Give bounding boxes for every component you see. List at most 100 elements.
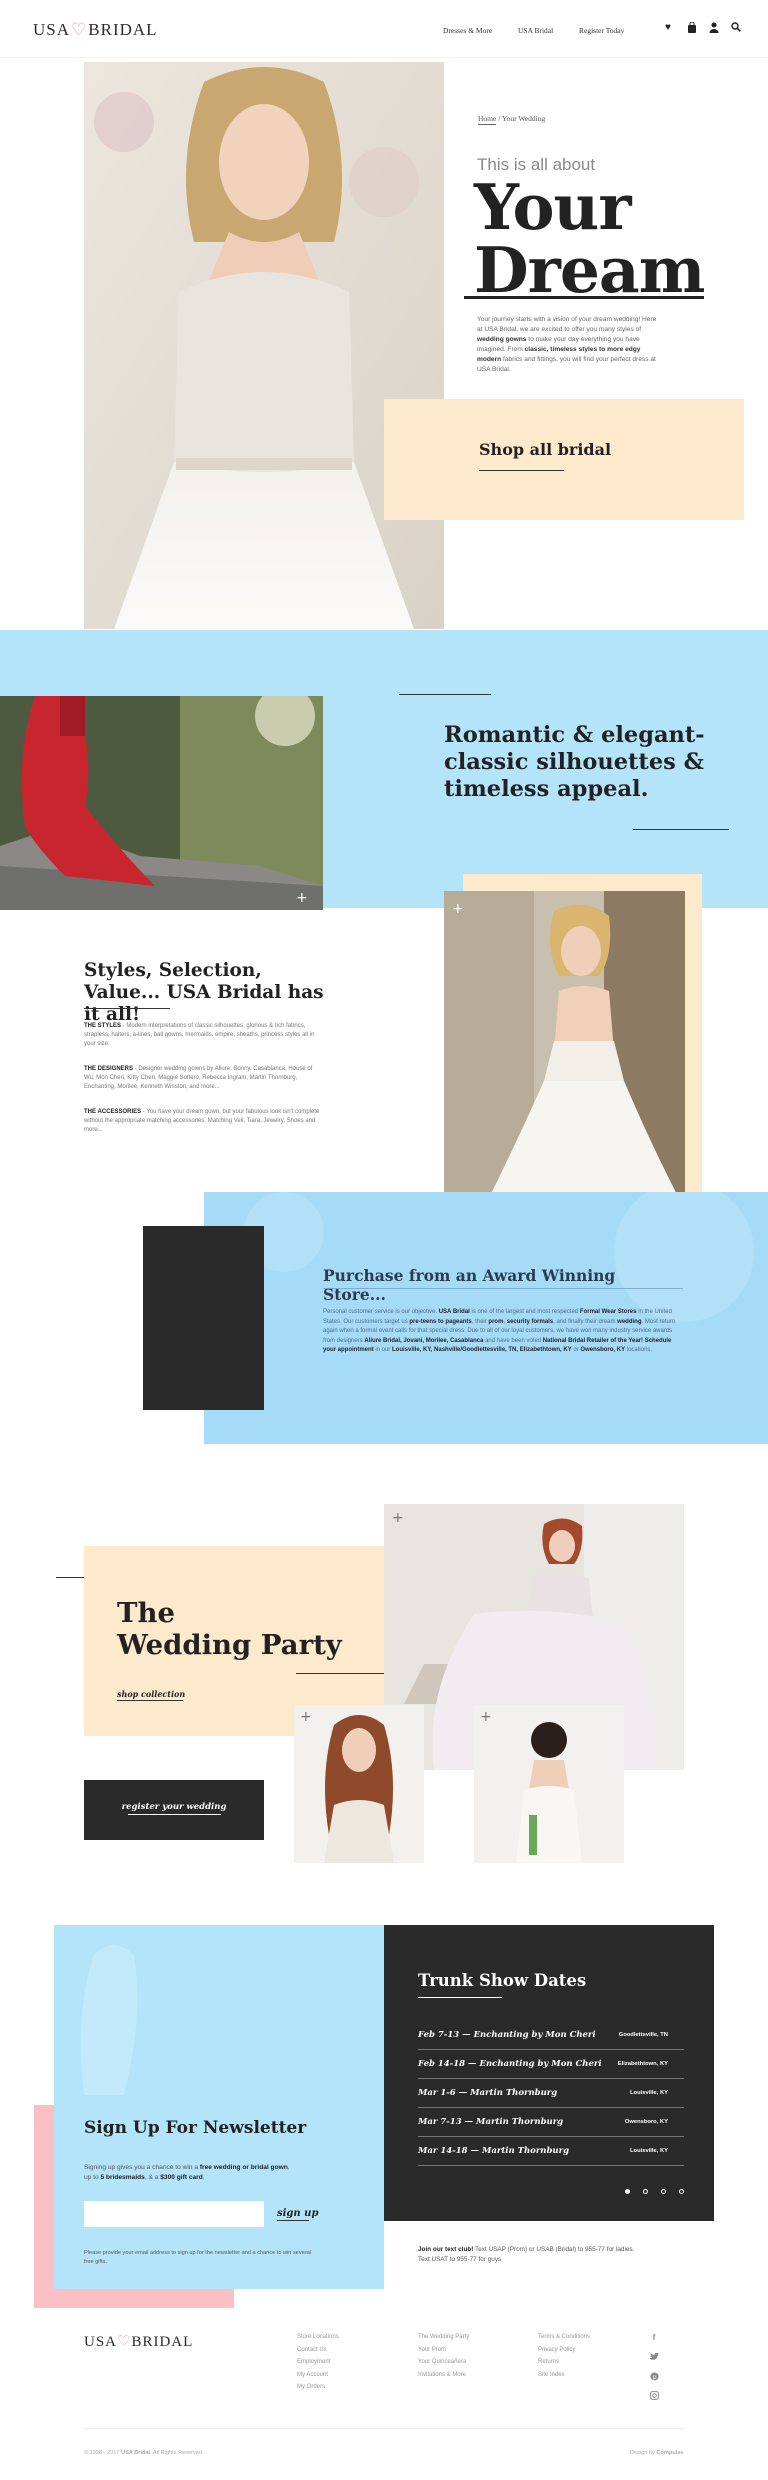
footer-col-3: Terms & Conditions Privacy Policy Return… — [538, 2331, 590, 2381]
heart-icon[interactable]: ♥ — [662, 22, 674, 34]
breadcrumb: Home / Your Wedding — [478, 114, 546, 123]
facebook-icon[interactable]: f — [649, 2333, 659, 2342]
svg-text:+: + — [452, 901, 464, 917]
bag-icon[interactable] — [686, 21, 698, 34]
newsletter-signup-button[interactable]: sign up — [277, 2208, 318, 2219]
trunk-show-event: Mar 7-13 — Martin Thornburg — [418, 2117, 564, 2127]
footer-col-1: Store Locations Contact Us Employment My… — [297, 2331, 339, 2394]
svg-text:+: + — [300, 1709, 312, 1725]
styles-paragraph: THE STYLES - Modern interpretations of c… — [84, 1023, 315, 1047]
carousel-dot-2[interactable] — [643, 2189, 648, 2194]
pinterest-icon[interactable]: p — [649, 2372, 659, 2383]
user-icon[interactable] — [708, 22, 720, 34]
design-credit: Design by Compulse — [630, 2450, 684, 2456]
trunk-show-location: Elizabethtown, KY — [617, 2061, 668, 2067]
svg-text:+: + — [296, 890, 308, 906]
instagram-icon[interactable] — [649, 2391, 659, 2402]
shop-all-panel[interactable] — [384, 399, 744, 520]
award-dark-block — [143, 1226, 264, 1410]
footer-link[interactable]: My Orders — [297, 2381, 339, 2394]
newsletter-description: Signing up gives you a chance to win a f… — [84, 2164, 290, 2181]
footer-link[interactable]: Terms & Conditions — [538, 2331, 590, 2344]
newsletter-note: Please provide your email address to sig… — [84, 2250, 311, 2265]
heart-logo-icon: ♡ — [117, 2334, 132, 2350]
footer-link[interactable]: Contact Us — [297, 2344, 339, 2357]
footer-link[interactable]: My Account — [297, 2369, 339, 2382]
text-club-info: Join our text club! Text USAP (Prom) or … — [418, 2246, 635, 2263]
hero-bride-photo — [84, 62, 444, 629]
trunk-show-row: Mar 7-13 — Martin Thornburg Owensboro, KY — [418, 2109, 684, 2137]
footer-link[interactable]: Invitations & More — [418, 2369, 469, 2382]
hero-title: Your Dream — [474, 170, 705, 307]
red-gown-photo: + — [0, 696, 323, 910]
trunk-show-title: Trunk Show Dates — [418, 1971, 587, 1990]
styles-divider — [84, 1008, 170, 1009]
nav-register[interactable]: Register Today — [579, 26, 624, 35]
nav-dresses[interactable]: Dresses & More — [443, 26, 492, 35]
footer-link[interactable]: The Wedding Party — [418, 2331, 469, 2344]
carousel-dot-1[interactable] — [625, 2189, 630, 2194]
newsletter-panel — [54, 1925, 384, 2289]
trunk-show-location: Louisville, KY — [629, 2090, 668, 2096]
hero-divider — [464, 296, 704, 299]
svg-text:+: + — [392, 1510, 404, 1526]
footer-col-2: The Wedding Party Your Prom Your Quincea… — [418, 2331, 469, 2381]
footer-link[interactable]: Privacy Policy — [538, 2344, 590, 2357]
trunk-show-event: Mar 1-6 — Martin Thornburg — [418, 2088, 558, 2098]
site-logo[interactable]: USA♡BRIDAL — [33, 20, 158, 40]
register-underline — [128, 1814, 221, 1815]
breadcrumb-underline — [478, 124, 496, 125]
romantic-divider-bottom — [633, 829, 729, 830]
svg-text:p: p — [652, 2374, 656, 2381]
newsletter-title: Sign Up For Newsletter — [84, 2118, 307, 2138]
romantic-divider-top — [399, 694, 491, 695]
footer-link[interactable]: Employment — [297, 2356, 339, 2369]
breadcrumb-home[interactable]: Home — [478, 114, 496, 123]
shop-link-underline — [479, 470, 564, 471]
nav-usa-bridal[interactable]: USA Bridal — [518, 26, 553, 35]
shop-all-bridal-link[interactable]: Shop all bridal — [479, 440, 611, 459]
design-credit-link[interactable]: Compulse — [656, 2450, 683, 2456]
footer-link[interactable]: Returns — [538, 2356, 590, 2369]
shop-collection-underline — [117, 1700, 183, 1701]
footer-link[interactable]: Site Index — [538, 2369, 590, 2382]
trunk-show-location: Goodlettsville, TN — [618, 2032, 668, 2038]
heart-logo-icon: ♡ — [71, 20, 88, 39]
footer-divider — [84, 2428, 684, 2429]
newsletter-email-input[interactable] — [84, 2201, 264, 2227]
footer-link[interactable]: Your Prom — [418, 2344, 469, 2357]
trunk-show-event: Feb 7-13 — Enchanting by Mon Cheri — [418, 2030, 596, 2040]
copyright: © 1998 - 2017 USA Bridal. All Rights Res… — [84, 2450, 204, 2456]
carousel-dot-4[interactable] — [679, 2189, 684, 2194]
strapless-gown-photo: + — [444, 891, 685, 1208]
footer-logo[interactable]: USA♡BRIDAL — [84, 2332, 193, 2351]
award-divider — [323, 1288, 683, 1289]
search-icon[interactable] — [730, 22, 742, 34]
award-description: Personal customer service is our objecti… — [323, 1309, 676, 1353]
hero-description: Your journey starts with a vision of you… — [477, 316, 657, 373]
bridesmaid-red-hair-photo: + — [294, 1705, 424, 1863]
romantic-title: Romantic & elegant-classic silhouettes &… — [444, 722, 705, 802]
shop-collection-link[interactable]: shop collection — [117, 1689, 185, 1699]
designers-paragraph: THE DESIGNERS - Designer wedding gowns b… — [84, 1066, 313, 1090]
trunk-show-row: Mar 14-18 — Martin Thornburg Louisville, … — [418, 2138, 684, 2166]
trunk-show-divider — [418, 1997, 502, 1998]
carousel-dot-3[interactable] — [661, 2189, 666, 2194]
trunk-show-location: Owensboro, KY — [624, 2119, 668, 2125]
styles-title: Styles, Selection, Value... USA Bridal h… — [84, 960, 324, 1025]
register-wedding-label[interactable]: register your wedding — [84, 1802, 264, 1812]
party-title: The Wedding Party — [117, 1597, 342, 1661]
trunk-show-row: Feb 7-13 — Enchanting by Mon Cheri Goodle… — [418, 2022, 684, 2050]
accessories-paragraph: THE ACCESSORIES - You have your dream go… — [84, 1109, 320, 1133]
award-title: Purchase from an Award Winning Store... — [323, 1266, 616, 1304]
trunk-show-location: Louisville, KY — [629, 2148, 668, 2154]
footer-link[interactable]: Store Locations — [297, 2331, 339, 2344]
svg-text:+: + — [480, 1709, 492, 1725]
trunk-show-event: Mar 14-18 — Martin Thornburg — [418, 2146, 570, 2156]
twitter-icon[interactable] — [649, 2352, 659, 2363]
signup-underline — [277, 2220, 309, 2221]
trunk-show-event: Feb 14-18 — Enchanting by Mon Cheri — [418, 2059, 602, 2069]
trunk-show-row: Feb 14-18 — Enchanting by Mon Cheri Eliza… — [418, 2051, 684, 2079]
party-divider — [296, 1673, 384, 1674]
footer-link[interactable]: Your Quinceañera — [418, 2356, 469, 2369]
